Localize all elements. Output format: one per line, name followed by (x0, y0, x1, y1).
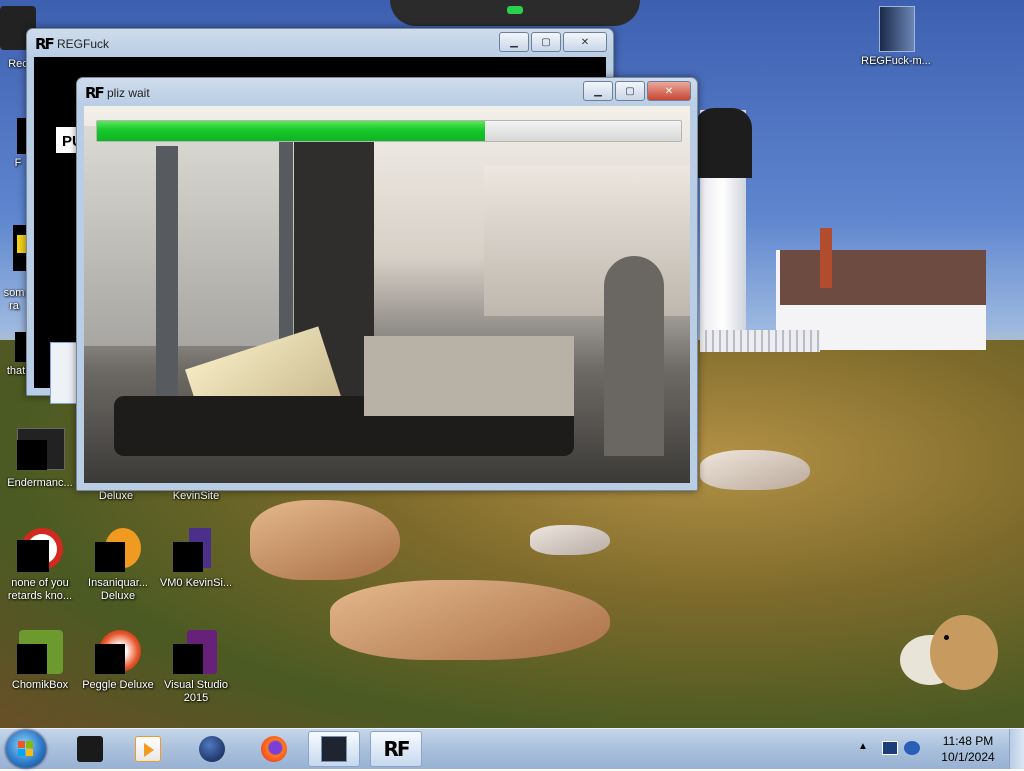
taskbar-item-firefox[interactable] (248, 731, 300, 767)
desktop-icon-regfuck-m[interactable]: REGFuck-m... (856, 6, 936, 68)
taskbar-item-media-player[interactable] (122, 731, 174, 767)
scene-monitor (84, 126, 294, 346)
regfuck-app-icon: RF (35, 35, 55, 53)
wallpaper-rock (700, 450, 810, 490)
desktop-icon-chomikbox[interactable]: ChomikBox (0, 630, 80, 692)
volume-icon[interactable] (904, 741, 920, 755)
taskbar-item-globe[interactable] (186, 731, 238, 767)
black-box-icon (77, 736, 103, 762)
wallpaper-fence (700, 330, 820, 352)
progress-bar (96, 120, 682, 142)
taskbar-item-window[interactable] (308, 731, 360, 767)
fish-icon (95, 528, 141, 574)
maximize-button[interactable]: ▢ (615, 81, 645, 101)
pliz-wait-titlebar[interactable]: RF pliz wait ▁ ▢ ✕ (77, 78, 697, 106)
regfuck-titlebar[interactable]: RF REGFuck ▁ ▢ ✕ (27, 29, 613, 57)
hamster-sticker (900, 615, 1000, 705)
window-title: REGFuck (57, 37, 110, 51)
enderman-app-icon (17, 428, 65, 474)
wallpaper-rock (530, 525, 610, 555)
progress-bar-fill (97, 121, 486, 141)
windows-logo-icon (18, 741, 33, 756)
desktop-icon-peggle[interactable]: Peggle Deluxe (78, 630, 158, 692)
scene-figure (604, 256, 664, 456)
wallpaper-roof (780, 250, 986, 305)
window-icon (321, 736, 347, 762)
maximize-button[interactable]: ▢ (531, 32, 561, 52)
minimize-button[interactable]: ▁ (583, 81, 613, 101)
window-title: pliz wait (107, 86, 150, 100)
desktop-icon-none-of-you[interactable]: none of you retards kno... (0, 528, 80, 603)
firefox-icon (261, 736, 287, 762)
globe-icon (199, 736, 225, 762)
network-icon[interactable] (882, 741, 898, 755)
clock-time[interactable]: 11:48 PM (938, 734, 998, 748)
chevron-up-icon[interactable]: ▲ (858, 741, 874, 755)
wallpaper-rock (330, 580, 610, 660)
minimize-button[interactable]: ▁ (499, 32, 529, 52)
desktop-icon-insaniquarium[interactable]: Insaniquar... Deluxe (78, 528, 158, 603)
close-button[interactable]: ✕ (647, 81, 691, 101)
peggle-icon (95, 630, 141, 676)
close-button[interactable]: ✕ (563, 32, 607, 52)
file-icon (873, 6, 919, 52)
desktop-label-deluxe[interactable]: Deluxe (76, 490, 156, 503)
pliz-wait-window[interactable]: RF pliz wait ▁ ▢ ✕ (76, 77, 698, 491)
pliz-wait-image (84, 106, 690, 483)
clock-date[interactable]: 10/1/2024 (938, 750, 998, 764)
desktop-label-kevinsite[interactable]: KevinSite (156, 490, 236, 503)
status-led (507, 6, 523, 14)
start-button[interactable] (6, 730, 46, 768)
media-player-icon (135, 736, 161, 762)
desktop-icon-enderman[interactable]: Endermanc... (0, 428, 80, 490)
wallpaper-lighthouse-lantern (694, 108, 752, 178)
chomikbox-icon (17, 630, 63, 676)
top-device-bar (390, 0, 640, 26)
taskbar: RF ▲ 11:48 PM 10/1/2024 (0, 728, 1024, 769)
desktop-icon-vm0[interactable]: VM0 KevinSi... (156, 528, 236, 590)
vm-icon (173, 528, 219, 574)
taskbar-item-regfuck[interactable]: RF (370, 731, 422, 767)
wallpaper-chimney (820, 228, 832, 288)
show-desktop-button[interactable] (1009, 729, 1024, 769)
system-tray: ▲ 11:48 PM 10/1/2024 (854, 729, 1024, 769)
desktop-icon-visual-studio[interactable]: Visual Studio 2015 (156, 630, 236, 705)
visual-studio-icon (173, 630, 219, 676)
taskbar-item-explorer[interactable] (64, 731, 116, 767)
regfuck-app-icon: RF (85, 84, 105, 102)
scene-desk (364, 336, 574, 416)
wallpaper-rock (250, 500, 400, 580)
opera-style-icon (17, 528, 63, 574)
app-icon (0, 225, 29, 271)
scene-pillar (156, 146, 178, 406)
